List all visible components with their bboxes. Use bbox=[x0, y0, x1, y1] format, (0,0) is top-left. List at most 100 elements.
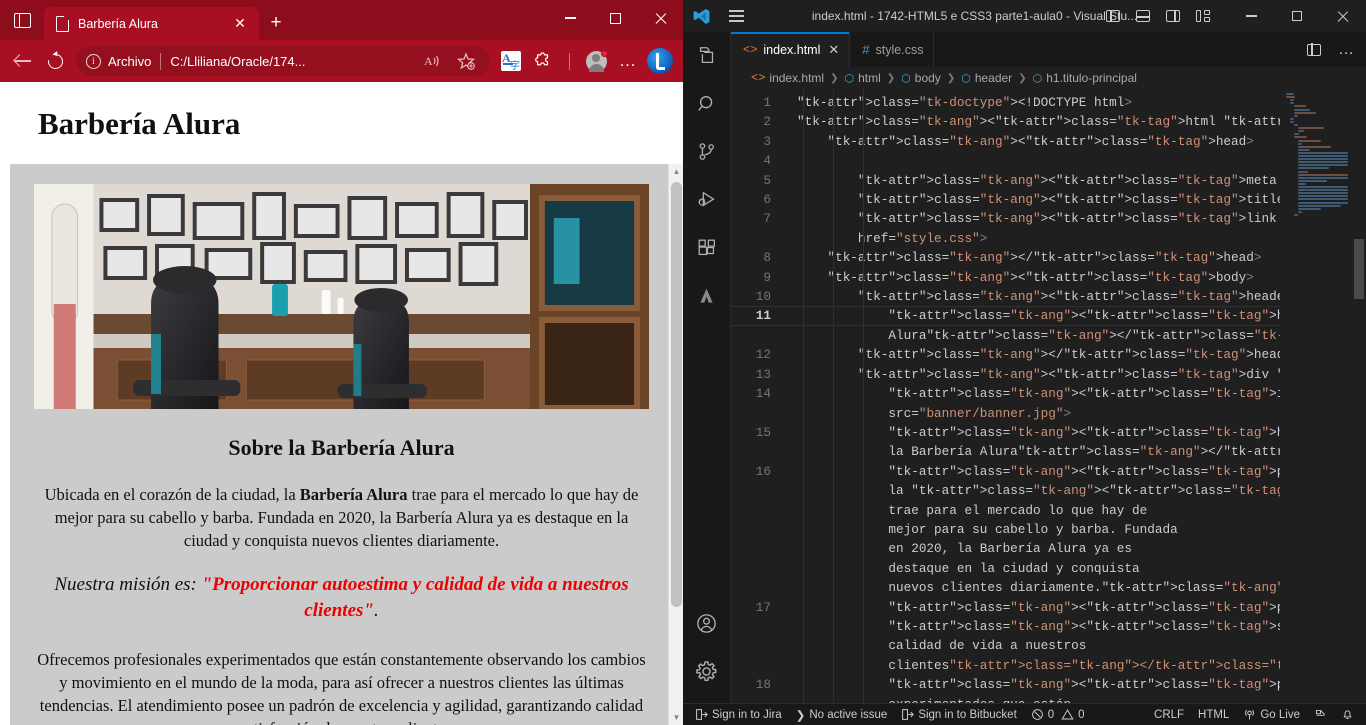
toggle-panel-button[interactable] bbox=[1128, 1, 1158, 31]
editor-more-actions-button[interactable]: … bbox=[1332, 36, 1360, 64]
split-editor-button[interactable] bbox=[1300, 36, 1328, 64]
minimap-line bbox=[1298, 145, 1331, 148]
minimap-line bbox=[1294, 108, 1310, 111]
add-favorite-button[interactable] bbox=[452, 46, 482, 76]
code-text[interactable]: 1 "tk-attr">class="tk-doctype"><!DOCTYPE … bbox=[731, 89, 1280, 703]
vscode-body: <> index.html ✕ # style.css … <> index.ht… bbox=[683, 32, 1366, 703]
browser-page-content: Barbería Alura Sobre la Barbería Alura U… bbox=[0, 82, 683, 725]
status-go-live[interactable]: Go Live bbox=[1237, 704, 1306, 725]
translate-button[interactable]: A字 bbox=[496, 46, 526, 76]
code-editor-area[interactable]: 1 "tk-attr">class="tk-doctype"><!DOCTYPE … bbox=[731, 89, 1366, 703]
source-control-icon bbox=[699, 143, 714, 160]
code-scroll-region[interactable]: 1 "tk-attr">class="tk-doctype"><!DOCTYPE … bbox=[731, 89, 1280, 703]
sidebar-item-explorer[interactable] bbox=[683, 32, 731, 80]
close-tab-button[interactable]: ✕ bbox=[828, 42, 839, 58]
css-file-icon: # bbox=[862, 42, 870, 57]
sidebar-item-search[interactable] bbox=[683, 80, 731, 128]
vscode-maximize-button[interactable] bbox=[1274, 0, 1320, 32]
edge-browser-window: Barbería Alura ✕ + i Archivo C:/Lliliana… bbox=[0, 0, 683, 725]
browser-maximize-button[interactable] bbox=[593, 0, 638, 36]
profile-alert-dot bbox=[600, 49, 608, 57]
breadcrumb-item-h1[interactable]: ⬡ h1.titulo-principal bbox=[1033, 71, 1137, 85]
page-paragraph-1: Ubicada en el corazón de la ciudad, la B… bbox=[34, 483, 649, 552]
tab-style-css[interactable]: # style.css bbox=[850, 32, 935, 67]
html-file-icon: <> bbox=[743, 42, 758, 57]
breadcrumb-item-file[interactable]: <> index.html bbox=[751, 71, 824, 85]
breadcrumb-item-body[interactable]: ⬡ body bbox=[901, 71, 941, 85]
minimap-line bbox=[1298, 192, 1348, 195]
breadcrumb-separator: ❯ bbox=[1018, 72, 1027, 84]
page-scrollbar[interactable]: ▲ ▼ bbox=[668, 164, 683, 725]
status-bitbucket[interactable]: Sign in to Bitbucket bbox=[895, 704, 1022, 725]
vscode-minimize-button[interactable] bbox=[1228, 0, 1274, 32]
toggle-primary-sidebar-button[interactable] bbox=[1098, 1, 1128, 31]
read-aloud-button[interactable]: A bbox=[418, 46, 448, 76]
ellipsis-icon: … bbox=[619, 51, 637, 70]
sidebar-item-accounts[interactable] bbox=[683, 599, 731, 647]
bing-chat-icon bbox=[647, 48, 673, 74]
breadcrumb-item-header[interactable]: ⬡ header bbox=[961, 71, 1012, 85]
tab-index-html[interactable]: <> index.html ✕ bbox=[731, 32, 851, 67]
minimap-line bbox=[1298, 155, 1348, 157]
reload-button[interactable] bbox=[40, 46, 70, 76]
minimap-line bbox=[1298, 207, 1321, 210]
new-tab-button[interactable]: + bbox=[259, 7, 293, 40]
explorer-icon bbox=[699, 47, 713, 64]
minimap-line bbox=[1298, 186, 1348, 188]
browser-toolbar: i Archivo C:/Lliliana/Oracle/174... A A … bbox=[0, 40, 683, 82]
minimap-line bbox=[1298, 142, 1302, 145]
close-tab-button[interactable]: ✕ bbox=[229, 13, 251, 35]
scrollbar-thumb[interactable] bbox=[671, 182, 682, 607]
status-notifications[interactable] bbox=[1335, 704, 1360, 725]
sidebar-item-manage-settings[interactable] bbox=[683, 647, 731, 695]
browser-settings-button[interactable]: … bbox=[613, 46, 643, 76]
extensions-button[interactable] bbox=[528, 46, 558, 76]
sidebar-item-atlassian[interactable] bbox=[683, 272, 731, 320]
customize-layout-button[interactable] bbox=[1188, 1, 1218, 31]
gear-icon bbox=[696, 660, 717, 681]
breadcrumb-item-html[interactable]: ⬡ html bbox=[845, 71, 881, 85]
back-button[interactable] bbox=[8, 46, 38, 76]
barbershop-banner-image bbox=[34, 184, 649, 409]
minimap-line bbox=[1298, 176, 1348, 179]
vscode-activity-bar bbox=[683, 32, 731, 703]
status-remote[interactable] bbox=[1308, 704, 1333, 725]
scrollbar-thumb[interactable] bbox=[1354, 239, 1364, 299]
run-and-debug-icon bbox=[698, 191, 715, 207]
status-language-mode[interactable]: HTML bbox=[1192, 704, 1235, 725]
minimap-line bbox=[1294, 136, 1307, 139]
sidebar-item-run-and-debug[interactable] bbox=[683, 176, 731, 224]
copilot-button[interactable] bbox=[645, 46, 675, 76]
status-active-issue[interactable]: ❯ No active issue bbox=[790, 704, 894, 725]
sidebar-item-extensions[interactable] bbox=[683, 224, 731, 272]
vscode-close-button[interactable] bbox=[1320, 0, 1366, 32]
editor-vertical-scrollbar[interactable] bbox=[1352, 89, 1366, 703]
site-info-icon[interactable]: i bbox=[86, 53, 101, 69]
browser-tab[interactable]: Barbería Alura ✕ bbox=[44, 7, 259, 40]
minimap-line bbox=[1298, 164, 1348, 167]
browser-close-button[interactable] bbox=[638, 0, 683, 36]
minimap-line bbox=[1298, 127, 1325, 130]
browser-minimize-button[interactable] bbox=[548, 0, 593, 36]
address-bar[interactable]: i Archivo C:/Lliliana/Oracle/174... A bbox=[76, 46, 490, 76]
editor-minimap[interactable] bbox=[1280, 89, 1352, 703]
toggle-secondary-sidebar-button[interactable] bbox=[1158, 1, 1188, 31]
status-problems[interactable]: 0 0 bbox=[1025, 704, 1091, 725]
profile-button[interactable] bbox=[581, 46, 611, 76]
browser-tab-title: Barbería Alura bbox=[78, 16, 158, 31]
sign-in-icon bbox=[902, 709, 915, 720]
scroll-down-arrow-icon[interactable]: ▼ bbox=[669, 710, 683, 725]
sidebar-item-source-control[interactable] bbox=[683, 128, 731, 176]
status-jira[interactable]: Sign in to Jira bbox=[689, 704, 788, 725]
symbol-icon: ⬡ bbox=[844, 72, 855, 85]
browser-window-controls bbox=[548, 0, 683, 40]
tab-actions-button[interactable] bbox=[0, 0, 44, 40]
address-bar-actions: A bbox=[418, 46, 482, 76]
avatar-icon bbox=[585, 49, 608, 72]
scroll-up-arrow-icon[interactable]: ▲ bbox=[669, 164, 683, 179]
status-eol[interactable]: CRLF bbox=[1148, 704, 1190, 725]
vscode-menu-button[interactable] bbox=[719, 0, 753, 32]
paragraph-1-strong: Barbería Alura bbox=[299, 485, 408, 504]
minimap-line bbox=[1290, 102, 1294, 105]
minimap-line bbox=[1286, 96, 1295, 99]
